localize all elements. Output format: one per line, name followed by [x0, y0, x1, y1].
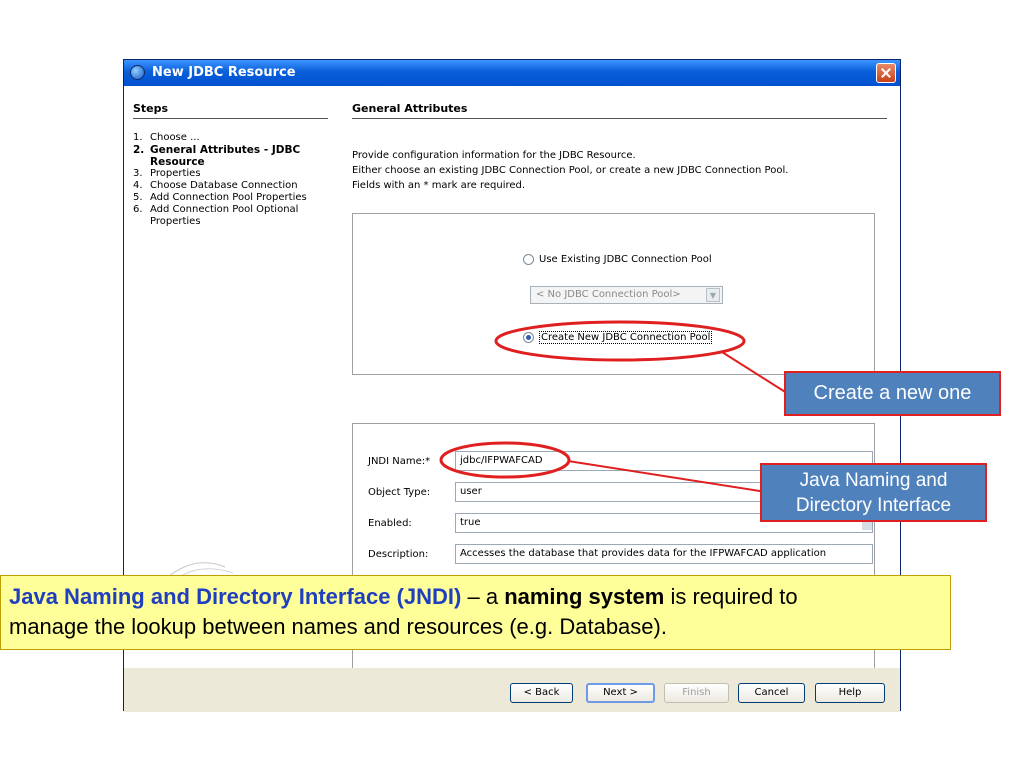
step-number: 6. — [133, 204, 143, 215]
close-icon[interactable] — [876, 63, 896, 83]
step-label: Add Connection Pool Optional Properties — [150, 204, 299, 227]
step-number: 5. — [133, 192, 143, 203]
jndi-info-note: Java Naming and Directory Interface (JND… — [0, 575, 951, 650]
object-type-label: Object Type: — [368, 487, 431, 498]
use-existing-pool-radio[interactable]: Use Existing JDBC Connection Pool — [523, 254, 712, 265]
existing-pool-select: < No JDBC Connection Pool> ▼ — [530, 286, 723, 304]
general-attributes-heading: General Attributes — [352, 102, 468, 115]
step-item: 3. Properties — [133, 168, 333, 180]
cancel-button[interactable]: Cancel — [738, 683, 805, 703]
step-number: 2. — [133, 144, 145, 156]
create-new-pool-radio[interactable]: Create New JDBC Connection Pool — [523, 331, 713, 344]
steps-heading: Steps — [133, 102, 169, 115]
title-bar[interactable]: New JDBC Resource — [124, 60, 900, 86]
step-label: Add Connection Pool Properties — [150, 192, 307, 203]
radio-label: Use Existing JDBC Connection Pool — [539, 254, 712, 265]
description-label: Description: — [368, 549, 429, 560]
jndi-name-value: jdbc/IFPWAFCAD — [460, 455, 543, 466]
connection-pool-group: Use Existing JDBC Connection Pool < No J… — [352, 213, 875, 375]
step-label: Choose ... — [150, 132, 200, 143]
select-value: < No JDBC Connection Pool> — [536, 289, 681, 300]
info-dash: – a — [461, 584, 505, 609]
info-text: is required to — [664, 584, 798, 609]
step-item-current: 2. General Attributes - JDBC Resource — [133, 144, 333, 168]
help-button[interactable]: Help — [815, 683, 885, 703]
object-type-value: user — [460, 486, 482, 497]
callout-line: Directory Interface — [795, 495, 952, 516]
step-item: 1. Choose ... — [133, 132, 333, 144]
radio-circle[interactable] — [523, 254, 534, 265]
instruction-line: Provide configuration information for th… — [352, 150, 636, 161]
callout-line: Java Naming and — [799, 470, 948, 491]
instruction-line: Fields with an * mark are required. — [352, 180, 526, 191]
enabled-label: Enabled: — [368, 518, 412, 529]
back-button[interactable]: < Back — [510, 683, 573, 703]
step-label: Choose Database Connection — [150, 180, 298, 191]
jndi-name-label: JNDI Name:* — [368, 456, 431, 467]
instructions: Provide configuration information for th… — [352, 148, 788, 193]
step-item: 4. Choose Database Connection — [133, 180, 333, 192]
step-label: Properties — [150, 168, 201, 179]
jndi-term: Java Naming and Directory Interface (JND… — [9, 584, 462, 609]
radio-label: Create New JDBC Connection Pool — [539, 331, 713, 344]
description-input[interactable]: Accesses the database that provides data… — [455, 544, 873, 564]
step-item: 6. Add Connection Pool Optional Propertie… — [133, 204, 333, 228]
callout-jndi: Java Naming and Directory Interface — [760, 463, 987, 522]
steps-divider — [133, 118, 328, 119]
general-divider — [352, 118, 887, 119]
step-label: General Attributes - JDBC Resource — [150, 144, 301, 168]
step-item: 5. Add Connection Pool Properties — [133, 192, 333, 204]
finish-button[interactable]: Finish — [664, 683, 729, 703]
description-value: Accesses the database that provides data… — [460, 548, 827, 559]
info-text-line2: manage the lookup between names and reso… — [9, 614, 667, 639]
enabled-value: true — [460, 517, 481, 528]
chevron-down-icon: ▼ — [706, 288, 720, 302]
step-number: 3. — [133, 168, 143, 179]
steps-list: 1. Choose ... 2. General Attributes - JDBC… — [133, 132, 333, 228]
instruction-line: Either choose an existing JDBC Connectio… — [352, 165, 789, 176]
info-naming-system: naming system — [504, 584, 665, 609]
next-button[interactable]: Next > — [586, 683, 655, 703]
window-title: New JDBC Resource — [152, 65, 296, 80]
callout-create-new: Create a new one — [784, 371, 1001, 416]
app-icon — [130, 65, 145, 80]
radio-circle-selected[interactable] — [523, 332, 534, 343]
step-number: 4. — [133, 180, 143, 191]
step-number: 1. — [133, 132, 143, 143]
button-bar: < Back Next > Finish Cancel Help — [124, 668, 900, 712]
